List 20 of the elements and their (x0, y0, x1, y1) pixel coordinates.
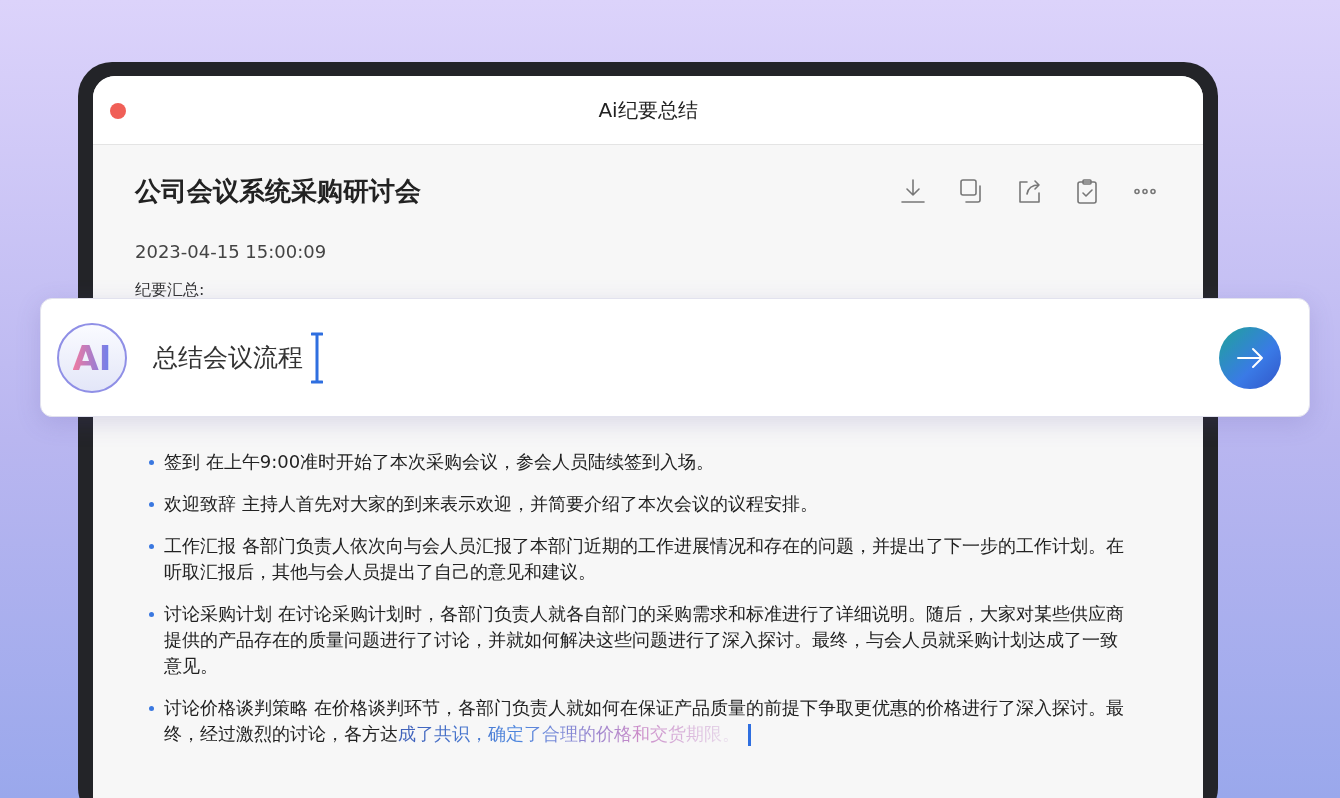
text-cursor-icon (311, 331, 323, 384)
section-label: 纪要汇总: (135, 280, 206, 301)
bullet-icon (149, 544, 154, 549)
summary-paragraph: 签到 在上午9:00准时开始了本次采购会议，参会人员陆续签到入场。 (164, 450, 715, 474)
text-cursor-icon (748, 724, 751, 746)
summary-paragraph: 工作汇报 各部门负责人依次向与会人员汇报了本部门近期的工作进展情况和存在的问题，并提出了下一步的工作计划。在听取汇报后，其他与会人员提出了自己的意见和建议。 (164, 534, 1125, 584)
bullet-icon (149, 502, 154, 507)
prompt-input-field[interactable]: 总结会议流程 (153, 331, 1219, 384)
bullet-icon (149, 460, 154, 465)
bullet-icon (149, 706, 154, 711)
summary-paragraph: 欢迎致辞 主持人首先对大家的到来表示欢迎，并简要介绍了本次会议的议程安排。 (164, 492, 818, 516)
window-title: Ai纪要总结 (598, 96, 698, 124)
summary-paragraph: 讨论采购计划 在讨论采购计划时，各部门负责人就各自部门的采购需求和标准进行了详细说明。随后，大家对某些供应商提供的产品存在的质量问题进行了讨论，并就如何解决这些问题进行了深入探讨。最终，与会人员就采购计划达成了一致意见。 (164, 602, 1125, 678)
document-title: 公司会议系统采购研讨会 (135, 174, 421, 208)
timestamp: 2023-04-15 15:00:09 (135, 241, 328, 262)
download-icon (899, 177, 927, 205)
more-icon (1133, 187, 1157, 195)
close-button[interactable] (110, 103, 126, 119)
ai-logo: AI (57, 322, 127, 393)
bullet-icon (149, 612, 154, 617)
